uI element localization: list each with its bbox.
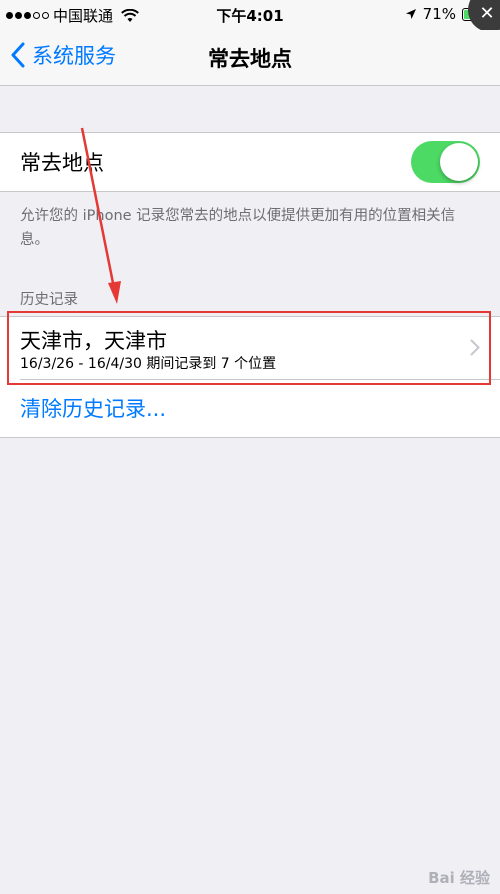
- watermark: Bai 经验: [428, 869, 490, 887]
- annotation-arrow: [80, 127, 121, 304]
